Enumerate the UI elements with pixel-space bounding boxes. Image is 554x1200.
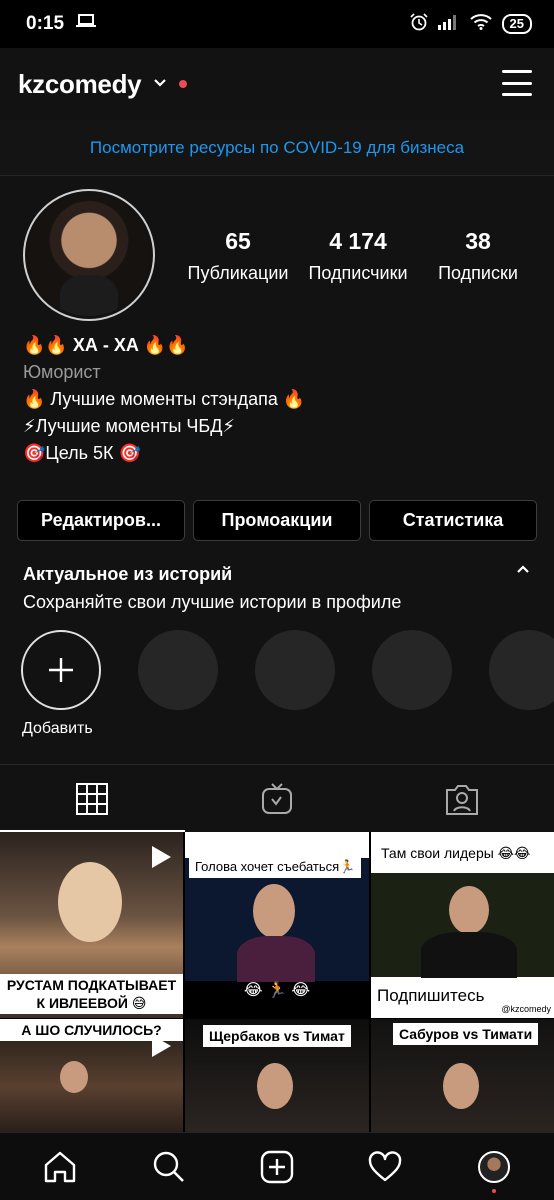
home-icon [44, 1151, 76, 1182]
profile-tabs [0, 764, 554, 832]
signal-icon [437, 14, 460, 34]
play-icon [152, 1035, 171, 1057]
edit-profile-button[interactable]: Редактиров... [17, 500, 185, 541]
highlights-row [21, 630, 554, 710]
post-tile[interactable]: Там свои лидеры 😂😂 Подпишитесь @kzcomedy [371, 832, 554, 1018]
status-bar: 0:15 25 [0, 0, 554, 48]
status-time: 0:15 [26, 13, 65, 34]
profile-avatar[interactable] [23, 189, 155, 321]
username[interactable]: kzcomedy [18, 69, 142, 100]
tab-tagged[interactable] [369, 765, 554, 832]
igtv-icon [262, 782, 292, 814]
profile-header: kzcomedy [0, 48, 554, 120]
insights-button[interactable]: Статистика [369, 500, 537, 541]
nav-profile[interactable] [464, 1137, 524, 1197]
chevron-up-icon[interactable] [516, 561, 530, 579]
post-caption: РУСТАМ ПОДКАТЫВАЕТ К ИВЛЕЕВОЙ 😅 [0, 974, 183, 1014]
post-tile[interactable]: Голова хочет съебаться🏃 😂 🏃 😂 [185, 832, 369, 1018]
stat-posts-value: 65 [225, 228, 251, 254]
highlights-title: Актуальное из историй [23, 564, 233, 584]
search-icon [153, 1151, 184, 1182]
alarm-icon [409, 13, 428, 35]
stat-following[interactable]: 38 Подписки [418, 228, 538, 284]
nav-activity[interactable] [355, 1137, 415, 1197]
post-caption: Щербаков vs Тимат [203, 1025, 351, 1047]
profile-bio: 🔥🔥 ХА - ХА 🔥🔥 Юморист 🔥 Лучшие моменты с… [23, 332, 305, 467]
add-highlight-label: Добавить [22, 720, 93, 737]
chevron-down-icon[interactable] [153, 75, 167, 93]
profile-section: 65 Публикации 4 174 Подписчики 38 Подпис… [0, 176, 554, 764]
highlight-placeholder [255, 630, 335, 710]
wifi-icon [469, 14, 492, 34]
new-post-icon [260, 1150, 294, 1183]
nav-search[interactable] [139, 1137, 199, 1197]
nav-home[interactable] [30, 1137, 90, 1197]
notification-dot [179, 80, 188, 88]
profile-buttons: Редактиров... Промоакции Статистика [17, 500, 537, 541]
post-tile[interactable]: Щербаков vs Тимат [185, 1019, 369, 1132]
profile-name: 🔥🔥 ХА - ХА 🔥🔥 [23, 335, 189, 355]
post-footer: Подпишитесь [377, 986, 485, 1005]
post-tile[interactable]: Сабуров vs Тимати [371, 1019, 554, 1132]
bio-line: ⚡Лучшие моменты ЧБД⚡ [23, 416, 236, 436]
tab-igtv[interactable] [185, 765, 370, 832]
profile-category: Юморист [23, 362, 101, 382]
covid-banner-link[interactable]: Посмотрите ресурсы по COVID-19 для бизне… [0, 120, 554, 176]
bio-line: 🔥 Лучшие моменты стэндапа 🔥 [23, 389, 306, 409]
stat-posts-label: Публикации [187, 263, 289, 283]
promotions-button[interactable]: Промоакции [193, 500, 361, 541]
posts-grid: РУСТАМ ПОДКАТЫВАЕТ К ИВЛЕЕВОЙ 😅 Голова х… [0, 832, 554, 1132]
highlight-placeholder [372, 630, 452, 710]
post-tile[interactable]: РУСТАМ ПОДКАТЫВАЕТ К ИВЛЕЕВОЙ 😅 [0, 832, 183, 1018]
activity-icon [369, 1150, 402, 1181]
battery-icon: 25 [501, 14, 532, 34]
post-tile[interactable]: А ШО СЛУЧИЛОСЬ? [0, 1019, 183, 1132]
post-caption: Сабуров vs Тимати [393, 1023, 539, 1045]
bottom-nav [0, 1132, 554, 1200]
stat-followers-value: 4 174 [329, 228, 387, 254]
tagged-icon [445, 784, 478, 815]
add-highlight-button[interactable] [21, 630, 101, 710]
post-caption: Там свои лидеры 😂😂 [381, 845, 531, 861]
post-footer: 😂 🏃 😂 [243, 982, 311, 999]
notification-dot [491, 1188, 496, 1193]
plus-icon [49, 658, 73, 682]
highlight-placeholder [138, 630, 218, 710]
tab-grid[interactable] [0, 765, 185, 832]
bio-line: 🎯Цель 5К 🎯 [23, 443, 141, 463]
play-icon [152, 846, 171, 868]
post-caption: Голова хочет съебаться🏃 [189, 856, 362, 878]
profile-icon [477, 1150, 510, 1183]
stat-followers[interactable]: 4 174 Подписчики [298, 228, 418, 284]
laptop-icon [76, 13, 97, 35]
menu-icon[interactable] [502, 70, 532, 96]
highlight-placeholder [489, 630, 554, 710]
nav-new-post[interactable] [247, 1137, 307, 1197]
post-handle: @kzcomedy [501, 1004, 551, 1014]
profile-stats: 65 Публикации 4 174 Подписчики 38 Подпис… [178, 228, 538, 284]
stat-posts[interactable]: 65 Публикации [178, 228, 298, 284]
stat-followers-label: Подписчики [308, 263, 408, 283]
highlights-subtitle: Сохраняйте свои лучшие истории в профиле [23, 592, 402, 612]
stat-following-value: 38 [465, 228, 491, 254]
stat-following-label: Подписки [438, 263, 518, 283]
grid-icon [76, 782, 109, 815]
